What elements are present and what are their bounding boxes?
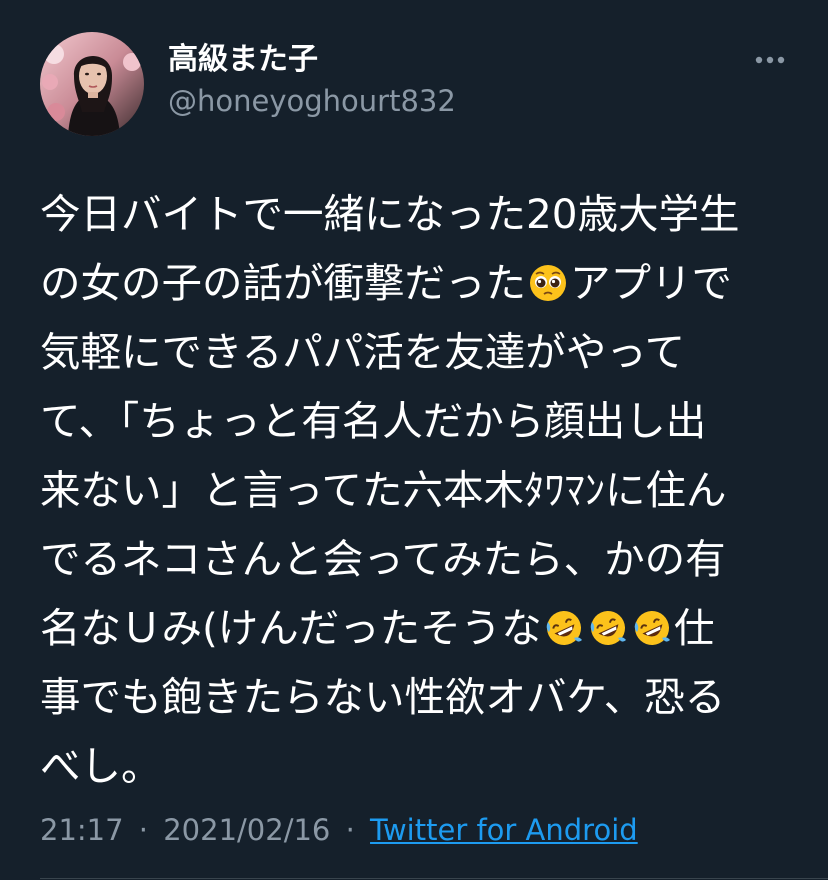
tweet-text-line: 今日バイトで一緒になった20歳大学生 xyxy=(40,180,788,249)
tweet-text-line: 来ない」と言ってた六本木ﾀﾜﾏﾝに住ん xyxy=(40,456,788,525)
author-handle[interactable]: @honeyoghourt832 xyxy=(168,82,456,120)
tweet-time: 21:17 xyxy=(40,813,124,847)
divider xyxy=(40,878,828,879)
tweet-text-line: 名なＵみ(けんだったそうな 仕 xyxy=(40,594,788,663)
tweet-text-segment: 名なＵみ(けんだったそうな xyxy=(40,604,542,652)
tweet-text-line: でるネコさんと会ってみたら、かの有 xyxy=(40,525,788,594)
tweet-text-segment: でるネコさんと会ってみたら、かの有 xyxy=(40,535,726,583)
avatar-image xyxy=(40,32,144,136)
rolling-on-the-floor-laughing-emoji xyxy=(634,611,670,645)
meta-separator: · xyxy=(345,813,355,847)
pleading-face-emoji xyxy=(530,265,566,301)
more-horizontal-icon xyxy=(755,56,785,64)
tweet-text-line: べし。 xyxy=(40,732,788,801)
author-name[interactable]: 高級また子 xyxy=(168,40,318,80)
tweet-text-segment: 気軽にできるパパ活を友達がやって xyxy=(40,328,686,376)
tweet-text-segment: 今日バイトで一緒になった20歳大学生 xyxy=(40,190,740,238)
tweet-text-segment: べし。 xyxy=(40,742,162,790)
tweet-text-line: 気軽にできるパパ活を友達がやって xyxy=(40,318,788,387)
tweet-text-segment: て、「ちょっと有名人だから顔出し出 xyxy=(40,397,707,445)
tweet-date: 2021/02/16 xyxy=(163,813,331,847)
tweet-text-segment: 事でも飽きたらない性欲オバケ、恐る xyxy=(40,673,726,721)
meta-separator: · xyxy=(138,813,149,847)
tweet-text-segment: 来ない」と言ってた六本木ﾀﾜﾏﾝに住ん xyxy=(40,466,727,514)
tweet-text-line: 事でも飽きたらない性欲オバケ、恐る xyxy=(40,663,788,732)
rolling-on-the-floor-laughing-emoji xyxy=(546,611,582,645)
avatar[interactable] xyxy=(40,32,144,136)
rolling-on-the-floor-laughing-emoji xyxy=(590,611,626,645)
tweet-text-segment: アプリで xyxy=(570,259,732,307)
tweet-text-line: の女の子の話が衝撃だった アプリで xyxy=(40,249,788,318)
more-button[interactable] xyxy=(748,44,792,76)
tweet-text-line: て、「ちょっと有名人だから顔出し出 xyxy=(40,387,788,456)
tweet-text-segment: の女の子の話が衝撃だった xyxy=(40,259,526,307)
tweet-text-segment: 仕 xyxy=(673,604,715,652)
tweet-detail: 高級また子 @honeyoghourt832 今日バイトで一緒になった20歳大学… xyxy=(0,0,828,880)
tweet-source-link[interactable]: Twitter for Android xyxy=(370,813,638,847)
tweet-text: 今日バイトで一緒になった20歳大学生 の女の子の話が衝撃だった アプリで 気軽にできる… xyxy=(40,180,788,801)
tweet-meta: 21:17 · 2021/02/16 · Twitter for Android xyxy=(40,810,638,850)
